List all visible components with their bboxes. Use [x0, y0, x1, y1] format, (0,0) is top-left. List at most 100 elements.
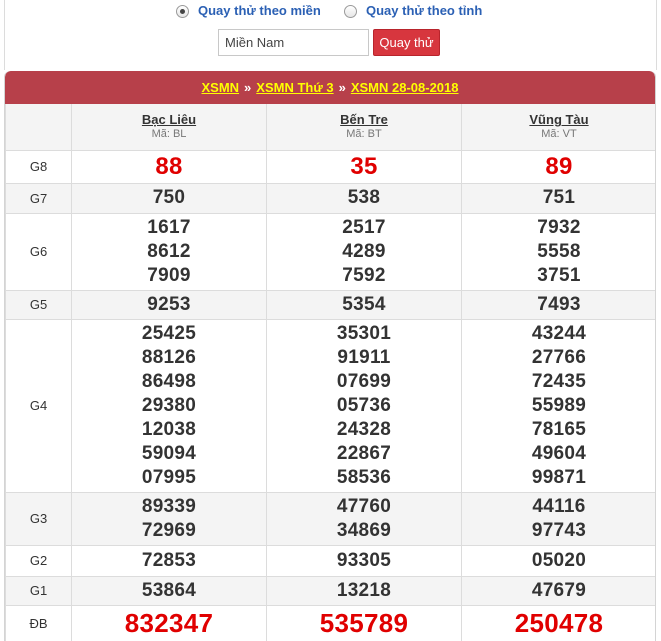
prize-number: 35 — [350, 152, 378, 180]
prize-number: 35301 — [336, 322, 392, 344]
prize-number: 89 — [545, 152, 573, 180]
prize-cell: 538 — [266, 182, 462, 214]
breadcrumb-separator: » — [338, 80, 346, 95]
prize-number: 47679 — [531, 579, 587, 601]
prize-cell: 250478 — [461, 604, 655, 641]
prize-label: ĐB — [5, 604, 72, 641]
prize-row: G4 25425 88126 86498 29380 12038 59094 07995 353… — [5, 318, 655, 493]
prize-number: 86498 — [141, 370, 197, 392]
prize-label: G4 — [5, 318, 72, 493]
prize-cell: 47760 34869 — [266, 491, 462, 546]
prize-number: 43244 — [531, 322, 587, 344]
prize-number: 12038 — [141, 418, 197, 440]
prize-number: 47760 — [336, 495, 392, 517]
prize-cell: 43244 27766 72435 55989 78165 49604 99871 — [461, 318, 655, 493]
province-link[interactable]: Bến Tre — [267, 112, 461, 127]
prize-number: 99871 — [531, 466, 587, 488]
prize-number: 44116 — [532, 495, 586, 517]
breadcrumb: XSMN » XSMN Thứ 3 » XSMN 28-08-2018 — [5, 71, 655, 104]
prize-number: 88 — [155, 152, 183, 180]
radio-option-by-province[interactable]: Quay thử theo tỉnh — [344, 3, 482, 19]
prize-cell: 35301 91911 07699 05736 24328 22867 58536 — [266, 318, 462, 493]
prize-number: 3751 — [537, 264, 581, 286]
radio-label-by-region[interactable]: Quay thử theo miền — [198, 3, 321, 19]
prize-cell: 750 — [71, 182, 267, 214]
prize-number: 72853 — [141, 549, 197, 571]
province-link[interactable]: Vũng Tàu — [462, 112, 655, 127]
prize-number: 89339 — [141, 495, 197, 517]
prize-row: G1 53864 13218 47679 — [5, 575, 655, 606]
province-link[interactable]: Bạc Liêu — [72, 112, 266, 127]
prize-number: 535789 — [319, 608, 409, 638]
prize-number: 7932 — [537, 216, 581, 238]
filter-mode-group: Quay thử theo miền Quay thử theo tỉnh — [0, 3, 661, 21]
prize-cell: 93305 — [266, 544, 462, 577]
prize-cell: 9253 — [71, 289, 267, 320]
prize-cell: 5354 — [266, 289, 462, 320]
prize-number: 250478 — [514, 608, 604, 638]
results-table: Bạc Liêu Mã: BL Bến Tre Mã: BT Vũng Tàu … — [5, 104, 655, 641]
prize-number: 58536 — [336, 466, 392, 488]
province-code: Mã: VT — [541, 128, 577, 141]
prize-cell: 44116 97743 — [461, 491, 655, 546]
prize-label: G2 — [5, 544, 72, 577]
radio-unchecked-icon[interactable] — [344, 4, 357, 18]
prize-cell: 89 — [461, 149, 655, 184]
prize-number: 13218 — [336, 579, 392, 601]
prize-number: 05736 — [336, 394, 392, 416]
prize-cell: 72853 — [71, 544, 267, 577]
prize-cell: 1617 8612 7909 — [71, 212, 267, 291]
prize-cell: 7932 5558 3751 — [461, 212, 655, 291]
header-empty-cell — [5, 104, 72, 151]
radio-checked-icon[interactable] — [176, 4, 189, 18]
prize-number: 5354 — [342, 293, 386, 315]
prize-number: 55989 — [531, 394, 587, 416]
prize-number: 91911 — [337, 346, 391, 368]
prize-number: 34869 — [336, 519, 392, 541]
prize-cell: 535789 — [266, 604, 462, 641]
prize-number: 53864 — [141, 579, 197, 601]
prize-number: 9253 — [147, 293, 191, 315]
prize-number: 4289 — [342, 240, 386, 262]
prize-cell: 05020 — [461, 544, 655, 577]
prize-cell: 89339 72969 — [71, 491, 267, 546]
prize-number: 832347 — [124, 608, 214, 638]
breadcrumb-link-date[interactable]: XSMN 28-08-2018 — [351, 80, 459, 95]
prize-cell: 25425 88126 86498 29380 12038 59094 07995 — [71, 318, 267, 493]
prize-number: 78165 — [531, 418, 587, 440]
breadcrumb-link-weekday[interactable]: XSMN Thứ 3 — [256, 80, 333, 95]
breadcrumb-link-xsmn[interactable]: XSMN — [201, 80, 239, 95]
prize-number: 8612 — [147, 240, 191, 262]
prize-row: G7 750 538 751 — [5, 182, 655, 214]
prize-number: 538 — [347, 187, 381, 208]
prize-row: G6 1617 8612 7909 2517 4289 7592 7932 5558 3751 — [5, 212, 655, 291]
prize-label: G5 — [5, 289, 72, 320]
prize-number: 24328 — [336, 418, 392, 440]
region-input[interactable] — [218, 29, 369, 56]
province-code: Mã: BL — [151, 128, 187, 141]
prize-number: 25425 — [141, 322, 197, 344]
prize-cell: 7493 — [461, 289, 655, 320]
prize-number: 7592 — [342, 264, 386, 286]
radio-label-by-province[interactable]: Quay thử theo tỉnh — [366, 3, 482, 19]
prize-cell: 751 — [461, 182, 655, 214]
prize-number: 88126 — [141, 346, 197, 368]
prize-number: 72969 — [141, 519, 197, 541]
province-code: Mã: BT — [346, 128, 382, 141]
prize-number: 27766 — [531, 346, 587, 368]
prize-number: 1617 — [147, 216, 191, 238]
prize-number: 97743 — [531, 519, 587, 541]
prize-number: 751 — [542, 187, 576, 208]
prize-label: G7 — [5, 182, 72, 214]
prize-row: G8 88 35 89 — [5, 149, 655, 184]
results-panel: XSMN » XSMN Thứ 3 » XSMN 28-08-2018 Bạc … — [4, 71, 656, 641]
radio-option-by-region[interactable]: Quay thử theo miền — [176, 3, 321, 19]
prize-row: G2 72853 93305 05020 — [5, 544, 655, 577]
prize-number: 49604 — [531, 442, 587, 464]
prize-cell: 47679 — [461, 575, 655, 606]
prize-cell: 88 — [71, 149, 267, 184]
prize-cell: 2517 4289 7592 — [266, 212, 462, 291]
prize-cell: 53864 — [71, 575, 267, 606]
spin-button[interactable]: Quay thử — [373, 29, 440, 56]
prize-number: 07995 — [141, 466, 197, 488]
